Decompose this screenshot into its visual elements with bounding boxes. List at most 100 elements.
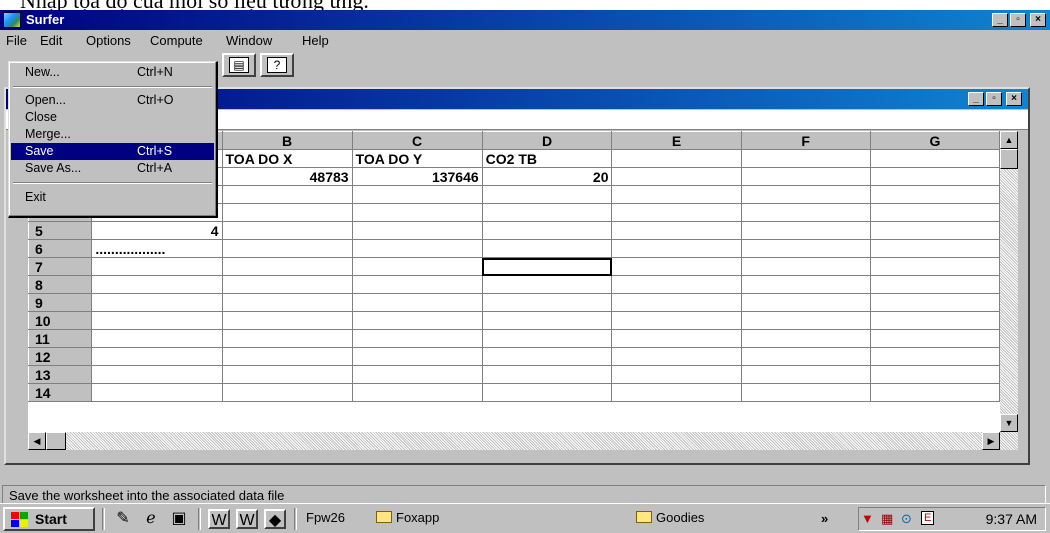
cell[interactable] [351,311,483,330]
menu-item-new[interactable]: New... Ctrl+N [11,64,214,81]
maximize-button[interactable]: ▫ [1010,13,1026,27]
magnifier-icon[interactable]: ⊙ [901,511,912,527]
cell[interactable] [740,239,871,258]
cell[interactable] [351,383,483,402]
cell[interactable] [91,347,223,366]
menu-window[interactable]: Window [226,33,272,48]
cell[interactable] [481,311,613,330]
menu-file[interactable]: File [6,33,27,48]
row-header[interactable]: 8 [28,275,93,294]
cell[interactable] [869,203,1000,222]
cell[interactable] [351,275,483,294]
cell[interactable] [91,311,223,330]
cell[interactable] [221,203,353,222]
cell[interactable] [869,275,1000,294]
menu-item-save-as[interactable]: Save As... Ctrl+A [11,160,214,177]
vertical-scrollbar[interactable]: ▲ ▼ [1000,131,1018,432]
cell[interactable] [740,329,871,348]
cell[interactable] [481,365,613,384]
cell[interactable] [740,383,871,402]
scroll-down-icon[interactable]: ▼ [1000,414,1018,432]
cell[interactable] [351,185,483,204]
cell[interactable] [869,239,1000,258]
cell[interactable] [221,293,353,312]
row-header[interactable]: 5 [28,221,93,240]
cell[interactable] [481,221,613,240]
word-doc-icon[interactable]: W [236,509,258,529]
cell[interactable] [740,221,871,240]
menu-options[interactable]: Options [86,33,131,48]
column-header-c[interactable]: C [351,131,483,150]
cell[interactable]: TOA DO Y [351,149,483,168]
word-doc-icon[interactable]: W [208,509,230,529]
cell[interactable] [740,275,871,294]
cell[interactable] [740,257,871,276]
cell[interactable] [869,329,1000,348]
cell[interactable] [740,203,871,222]
antivirus-icon[interactable]: ▼ [861,511,874,526]
paste-button[interactable]: ▤ [222,53,256,77]
cell[interactable] [351,203,483,222]
surfer-task-icon[interactable]: ◆ [264,509,286,529]
menu-compute[interactable]: Compute [150,33,203,48]
cell[interactable] [481,329,613,348]
cell[interactable] [869,383,1000,402]
cell[interactable] [740,167,871,186]
task-goodies[interactable]: Goodies [632,507,742,531]
cell[interactable] [221,311,353,330]
close-button[interactable]: × [1030,13,1046,27]
column-header-f[interactable]: F [740,131,871,150]
cell[interactable] [611,239,742,258]
cell[interactable] [481,347,613,366]
row-header[interactable]: 11 [28,329,93,348]
cell[interactable] [611,347,742,366]
cell[interactable] [611,149,742,168]
cell[interactable] [611,311,742,330]
cell[interactable]: .................. [91,239,223,258]
cell[interactable] [481,275,613,294]
cell[interactable] [740,185,871,204]
cell[interactable] [481,383,613,402]
cell[interactable] [611,275,742,294]
row-header[interactable]: 6 [28,239,93,258]
cell[interactable] [221,347,353,366]
cell[interactable]: CO2 TB [481,149,613,168]
cell[interactable] [221,275,353,294]
horizontal-scrollbar[interactable]: ◀ ▶ [28,432,1018,450]
cell[interactable]: 20 [481,167,613,186]
cell[interactable] [221,329,353,348]
row-header[interactable]: 9 [28,293,93,312]
cell[interactable] [611,365,742,384]
worksheet-close-button[interactable]: × [1006,92,1022,106]
cell[interactable] [351,347,483,366]
tray-chevron-icon[interactable]: » [821,511,828,526]
cell[interactable]: 48783 [221,167,353,186]
column-header-b[interactable]: B [221,131,353,150]
cell[interactable] [869,293,1000,312]
menu-item-exit[interactable]: Exit [11,189,214,206]
scroll-left-icon[interactable]: ◀ [28,432,46,450]
menu-edit[interactable]: Edit [40,33,62,48]
cell[interactable] [221,383,353,402]
cell[interactable] [221,239,353,258]
cell[interactable] [481,185,613,204]
row-header[interactable]: 12 [28,347,93,366]
column-header-e[interactable]: E [611,131,742,150]
desktop-icon[interactable]: ▣ [168,509,190,529]
cell[interactable] [481,203,613,222]
cell[interactable] [481,257,613,276]
cell[interactable] [351,293,483,312]
scroll-up-icon[interactable]: ▲ [1000,131,1018,149]
cell[interactable] [221,365,353,384]
cell[interactable] [611,185,742,204]
cell[interactable] [611,221,742,240]
cell[interactable]: 137646 [351,167,483,186]
cell[interactable] [351,365,483,384]
cell[interactable] [91,257,223,276]
row-header[interactable]: 14 [28,383,93,402]
cell[interactable] [740,311,871,330]
task-foxapp[interactable]: Foxapp [372,507,482,531]
internet-explorer-icon[interactable]: ℯ [140,509,162,529]
menu-help[interactable]: Help [302,33,329,48]
cell[interactable] [221,257,353,276]
